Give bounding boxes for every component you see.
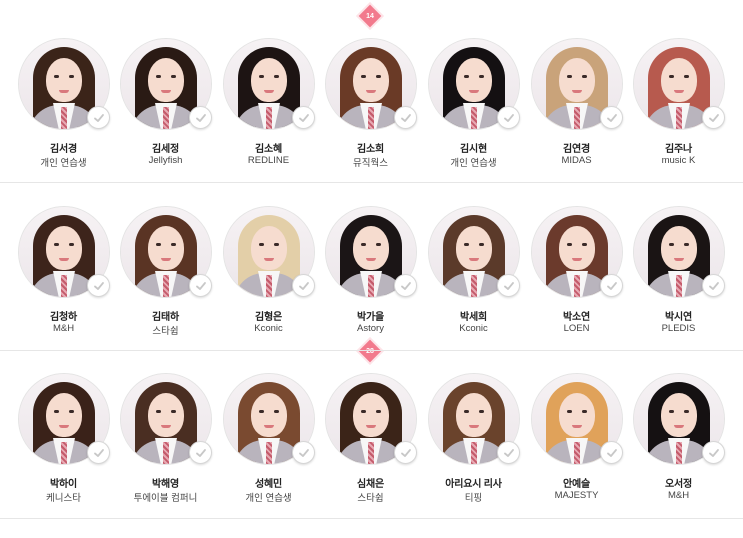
trainee-card[interactable]: 아리요시 리사티핑 [422, 373, 525, 523]
trainee-name: 김소혜 [255, 144, 282, 155]
select-check-icon[interactable] [394, 274, 417, 297]
trainee-name: 박해영 [152, 479, 179, 490]
trainee-agency: 케니스타 [46, 493, 81, 504]
trainee-agency: M&H [667, 490, 690, 501]
trainee-card[interactable]: 안예슬 MAJESTY [525, 373, 628, 523]
trainee-agency: 투에이블 컴퍼니 [133, 493, 198, 504]
trainee-name: 박시연 [665, 312, 692, 323]
trainee-agency: MIDAS [561, 155, 592, 166]
select-check-icon[interactable] [702, 106, 725, 129]
trainee-agency: 개인 연습생 [40, 158, 87, 169]
trainee-card[interactable]: 박시연 PLEDIS [627, 206, 730, 356]
select-check-icon[interactable] [497, 441, 520, 464]
select-check-icon[interactable] [600, 274, 623, 297]
select-check-icon[interactable] [497, 274, 520, 297]
trainee-card[interactable]: 김서경개인 연습생 [12, 38, 115, 188]
trainee-name: 김연경 [563, 144, 590, 155]
trainee-card[interactable]: 박세희 Kconic [422, 206, 525, 356]
trainee-card[interactable]: 김형은 Kconic [217, 206, 320, 356]
select-check-icon[interactable] [702, 274, 725, 297]
trainee-card[interactable]: 김소희뮤직웍스 [319, 38, 422, 188]
trainee-agency: 개인 연습생 [450, 158, 497, 169]
trainee-card[interactable]: 박하이케니스타 [12, 373, 115, 523]
trainee-name: 김주나 [665, 144, 692, 155]
trainee-name: 김태하 [152, 312, 179, 323]
select-check-icon[interactable] [292, 441, 315, 464]
trainee-card[interactable]: 박해영투에이블 컴퍼니 [114, 373, 217, 523]
trainee-card[interactable]: 성혜민개인 연습생 [217, 373, 320, 523]
trainee-name: 박소연 [563, 312, 590, 323]
rank-badge-1: 14 [358, 4, 382, 28]
trainee-name: 김서경 [50, 144, 77, 155]
trainee-card[interactable]: 박소연 LOEN [525, 206, 628, 356]
trainee-agency: PLEDIS [661, 323, 696, 334]
rank-badge-label: 14 [366, 12, 374, 20]
trainee-agency: LOEN [563, 323, 590, 334]
select-check-icon[interactable] [87, 441, 110, 464]
select-check-icon[interactable] [600, 441, 623, 464]
trainee-agency: music K [661, 155, 696, 166]
trainee-card[interactable]: 오서정 M&H [627, 373, 730, 523]
trainee-agency: 스타쉽 [152, 326, 179, 337]
trainee-name: 박하이 [50, 479, 77, 490]
select-check-icon[interactable] [87, 274, 110, 297]
select-check-icon[interactable] [87, 106, 110, 129]
select-check-icon[interactable] [394, 106, 417, 129]
trainee-name: 심채은 [357, 479, 384, 490]
trainee-name: 김소희 [357, 144, 384, 155]
trainee-card[interactable]: 김청하 M&H [12, 206, 115, 356]
select-check-icon[interactable] [394, 441, 417, 464]
select-check-icon[interactable] [292, 274, 315, 297]
trainee-card[interactable]: 김주나 music K [627, 38, 730, 188]
trainee-name: 아리요시 리사 [445, 479, 502, 490]
trainee-card[interactable]: 김세정 Jellyfish [114, 38, 217, 188]
trainee-row: 김서경 개인 연습생 김세정 Jellyfish 김소혜 REDLINE 김소희 뮤직웍스 김시… [0, 38, 743, 188]
trainee-agency: Kconic [254, 323, 283, 334]
trainee-name: 오서정 [665, 479, 692, 490]
trainee-row: 김청하 M&H 김태하 스타쉽 김형은 Kconic 박가을 Astory 박세희 Kconic 박… [0, 206, 743, 356]
select-check-icon[interactable] [189, 106, 212, 129]
select-check-icon[interactable] [292, 106, 315, 129]
trainee-card[interactable]: 박가을 Astory [319, 206, 422, 356]
trainee-card[interactable]: 김시현개인 연습생 [422, 38, 525, 188]
trainee-name: 김청하 [50, 312, 77, 323]
trainee-agency: Jellyfish [148, 155, 183, 166]
trainee-agency: 티핑 [464, 493, 483, 504]
select-check-icon[interactable] [600, 106, 623, 129]
trainee-name: 안예슬 [563, 479, 590, 490]
select-check-icon[interactable] [189, 441, 212, 464]
trainee-agency: 개인 연습생 [245, 493, 292, 504]
trainee-agency: MAJESTY [554, 490, 599, 501]
trainee-card[interactable]: 김소혜 REDLINE [217, 38, 320, 188]
trainee-name: 박세희 [460, 312, 487, 323]
trainee-agency: 뮤직웍스 [353, 158, 388, 169]
trainee-card[interactable]: 김연경 MIDAS [525, 38, 628, 188]
trainee-card[interactable]: 심채은스타쉽 [319, 373, 422, 523]
trainee-name: 김세정 [152, 144, 179, 155]
trainee-agency: REDLINE [247, 155, 290, 166]
trainee-agency: M&H [52, 323, 75, 334]
select-check-icon[interactable] [189, 274, 212, 297]
select-check-icon[interactable] [497, 106, 520, 129]
trainee-row: 박하이 케니스타 박해영 투에이블 컴퍼니 성혜민 개인 연습생 심채은 스타쉽 아리요시 리사… [0, 373, 743, 523]
trainee-card[interactable]: 김태하스타쉽 [114, 206, 217, 356]
trainee-agency: Astory [357, 323, 384, 334]
trainee-name: 김형은 [255, 312, 282, 323]
trainee-name: 김시현 [460, 144, 487, 155]
select-check-icon[interactable] [702, 441, 725, 464]
trainee-name: 박가을 [357, 312, 384, 323]
trainee-name: 성혜민 [255, 479, 282, 490]
trainee-agency: 스타쉽 [357, 493, 384, 504]
trainee-agency: Kconic [459, 323, 488, 334]
